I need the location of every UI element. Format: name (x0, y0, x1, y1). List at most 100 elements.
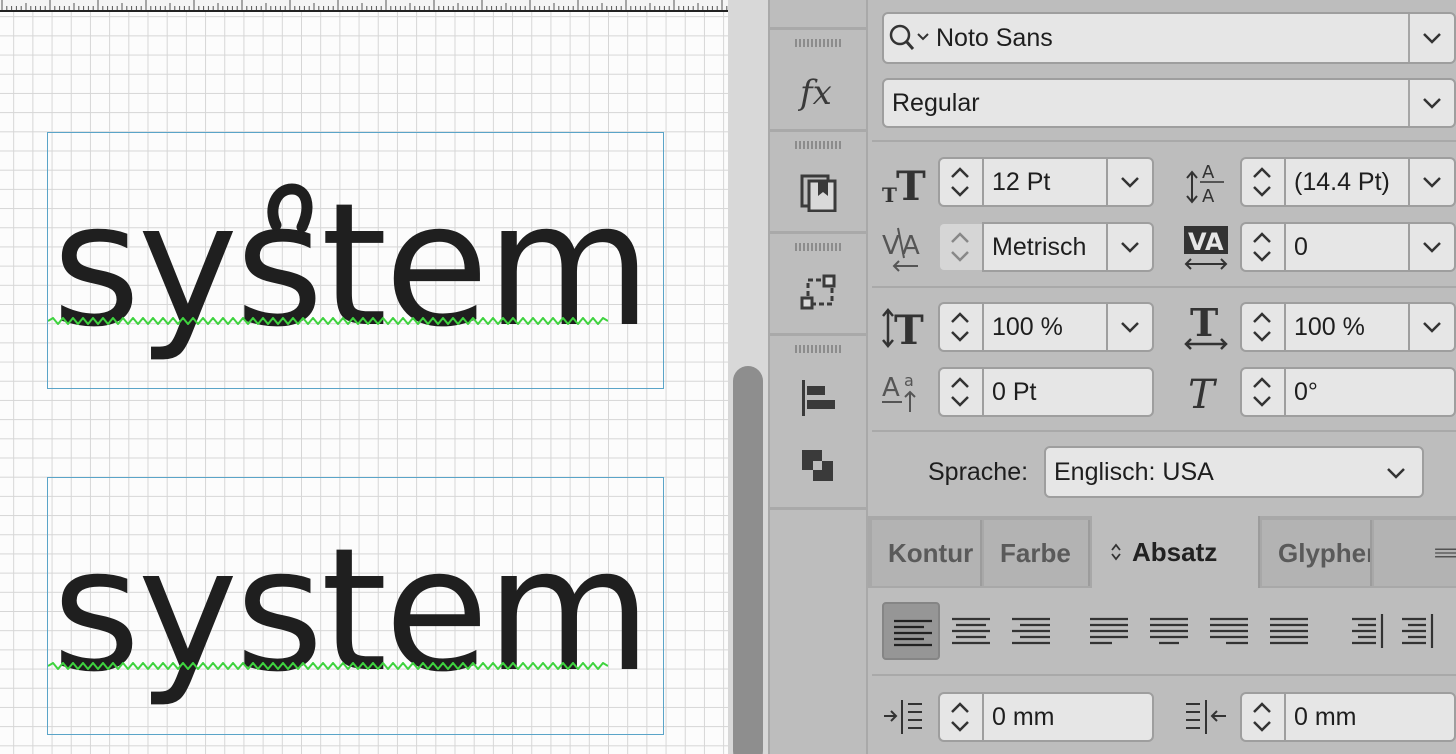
tab-farbe[interactable]: Farbe (984, 520, 1090, 586)
justify-center-button[interactable] (1140, 602, 1198, 660)
leading-icon: A A (1182, 158, 1230, 206)
align-center-icon (952, 617, 990, 645)
separator (872, 286, 1456, 288)
leading-value: (14.4 Pt) (1294, 167, 1390, 196)
justify-left-button[interactable] (1080, 602, 1138, 660)
horizontal-scale-input[interactable]: 100 % (1284, 302, 1410, 352)
vertical-scale-value: 100 % (992, 312, 1063, 341)
language-label: Sprache: (928, 458, 1029, 486)
baseline-shift-value: 0 Pt (992, 377, 1037, 406)
tracking-input[interactable]: 0 (1284, 222, 1410, 272)
panel-grip[interactable] (795, 345, 843, 353)
tracking-stepper[interactable] (1240, 222, 1284, 272)
text-frame-1[interactable]: system (47, 132, 664, 389)
tab-glyphen[interactable]: Glyphen (1262, 520, 1372, 586)
right-indent-value: 0 mm (1294, 702, 1357, 731)
left-indent-icon (880, 692, 928, 740)
leading-stepper[interactable] (1240, 157, 1284, 207)
align-left-button[interactable] (882, 602, 940, 660)
justify-center-icon (1150, 617, 1188, 645)
vertical-scale-dropdown[interactable] (1108, 302, 1154, 352)
ruler-ticks (1, 0, 728, 10)
left-indent-value: 0 mm (992, 702, 1055, 731)
horizontal-scale-icon: T (1182, 302, 1230, 350)
justify-all-icon (1270, 617, 1308, 645)
align-right-button[interactable] (1002, 602, 1060, 660)
justify-right-button[interactable] (1200, 602, 1258, 660)
frame-text-1: system (52, 167, 652, 365)
effects-fx-icon[interactable]: fx (798, 72, 838, 112)
language-select[interactable]: Englisch: USA (1044, 446, 1424, 498)
panel-grip[interactable] (795, 243, 843, 251)
align-towards-spine-button[interactable] (1338, 602, 1396, 660)
panel-tab-bar: Kontur Farbe Absatz Glyphen (868, 516, 1456, 588)
horizontal-ruler[interactable] (0, 0, 728, 12)
skew-input[interactable]: 0° (1284, 367, 1456, 417)
font-size-stepper[interactable] (938, 157, 982, 207)
kerning-icon: V A (880, 224, 928, 272)
strip-section-top (770, 0, 866, 30)
kerning-stepper[interactable] (938, 222, 982, 272)
leading-input[interactable]: (14.4 Pt) (1284, 157, 1410, 207)
horizontal-scale-dropdown[interactable] (1410, 302, 1456, 352)
transform-icon[interactable] (798, 274, 838, 314)
panel-grip[interactable] (795, 141, 843, 149)
frame-text-2: system (52, 512, 652, 710)
svg-text:fx: fx (798, 73, 832, 112)
ligature-loop (267, 183, 313, 233)
font-size-icon: T T (880, 160, 928, 208)
align-icon[interactable] (798, 378, 838, 418)
tracking-dropdown[interactable] (1410, 222, 1456, 272)
vertical-scale-stepper[interactable] (938, 302, 982, 352)
chevron-down-icon (1423, 98, 1441, 109)
font-family-field[interactable]: Noto Sans (882, 12, 1456, 64)
panel-grip[interactable] (795, 39, 843, 47)
tab-absatz[interactable]: Absatz (1092, 516, 1260, 588)
font-family-dropdown[interactable] (1408, 14, 1454, 62)
text-frame-2[interactable]: system (47, 477, 664, 735)
pages-icon[interactable] (798, 172, 838, 212)
justify-all-button[interactable] (1260, 602, 1318, 660)
strip-section-pages (770, 132, 866, 234)
right-indent-input[interactable]: 0 mm (1284, 692, 1456, 742)
tab-overflow[interactable] (1374, 520, 1456, 586)
align-center-button[interactable] (942, 602, 1000, 660)
pathfinder-icon[interactable] (798, 446, 838, 486)
document-canvas[interactable]: system system (0, 0, 728, 754)
tracking-icon: VA (1182, 222, 1230, 270)
font-size-input[interactable]: 12 Pt (982, 157, 1108, 207)
skew-stepper[interactable] (1240, 367, 1284, 417)
chevron-down-icon (1423, 322, 1441, 333)
font-style-field[interactable]: Regular (882, 78, 1456, 128)
vertical-scale-icon: T (880, 304, 928, 352)
font-style-value: Regular (892, 88, 980, 117)
kerning-value: Metrisch (992, 232, 1087, 261)
tab-kontur[interactable]: Kontur (872, 520, 982, 586)
left-indent-input[interactable]: 0 mm (982, 692, 1154, 742)
svg-text:VA: VA (1188, 228, 1224, 256)
leading-dropdown[interactable] (1410, 157, 1456, 207)
spellcheck-squiggle-1 (48, 317, 608, 325)
kerning-input[interactable]: Metrisch (982, 222, 1108, 272)
vertical-scale-input[interactable]: 100 % (982, 302, 1108, 352)
baseline-shift-stepper[interactable] (938, 367, 982, 417)
horizontal-scale-stepper[interactable] (1240, 302, 1284, 352)
chevron-down-icon (1121, 242, 1139, 253)
horizontal-scale-value: 100 % (1294, 312, 1365, 341)
svg-text:A: A (1202, 162, 1215, 183)
chevron-down-icon (1423, 177, 1441, 188)
align-away-spine-button[interactable] (1398, 602, 1456, 660)
svg-text:T: T (1188, 372, 1218, 416)
baseline-shift-input[interactable]: 0 Pt (982, 367, 1154, 417)
vertical-scrollbar-thumb[interactable] (733, 366, 763, 754)
svg-text:T: T (896, 163, 926, 208)
svg-text:a: a (904, 371, 914, 390)
search-icon (889, 24, 929, 50)
separator (872, 140, 1456, 142)
left-indent-stepper[interactable] (938, 692, 982, 742)
font-size-dropdown[interactable] (1108, 157, 1154, 207)
font-style-dropdown[interactable] (1408, 80, 1454, 126)
right-indent-stepper[interactable] (1240, 692, 1284, 742)
svg-text:V: V (882, 231, 900, 261)
kerning-dropdown[interactable] (1108, 222, 1154, 272)
